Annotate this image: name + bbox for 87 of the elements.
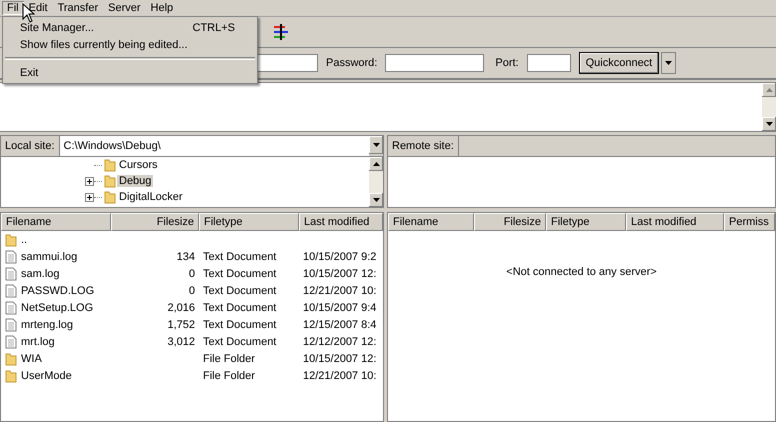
expand-icon[interactable] [85, 176, 94, 186]
table-cell-text: 12/21/2007 10: [302, 370, 378, 382]
table-cell-text: 2,016 [166, 302, 196, 314]
caret-up-icon [766, 88, 772, 92]
table-cell-text: 1,752 [166, 318, 196, 330]
column-header[interactable]: Filename [388, 213, 474, 231]
menu-option[interactable]: Exit [3, 64, 257, 81]
column-header[interactable]: Filetype [546, 213, 626, 231]
table-cell-text: File Folder [202, 352, 256, 364]
table-cell-text: Text Document [202, 336, 278, 348]
file-name-cell[interactable]: sam.log [1, 266, 111, 280]
column-header[interactable]: Filename [1, 213, 111, 231]
document-icon [5, 334, 17, 348]
table-cell-text: 10/15/2007 9:4 [302, 302, 378, 314]
port-label: Port: [495, 57, 519, 69]
password-field[interactable] [385, 54, 484, 72]
document-icon [5, 318, 17, 332]
document-icon [5, 284, 17, 298]
quickconnect-button[interactable]: Quickconnect [578, 52, 660, 74]
file-name-cell[interactable]: .. [1, 232, 111, 246]
document-icon [5, 250, 17, 264]
table-cell-text: 12/21/2007 10: [302, 284, 378, 296]
menu-item[interactable]: Server [103, 1, 146, 15]
table-cell-text: 134 [176, 250, 196, 262]
folder-icon [104, 190, 116, 204]
password-label: Password: [326, 57, 378, 69]
table-cell-text: Text Document [202, 250, 278, 262]
menu-item[interactable]: Fil [2, 1, 24, 15]
file-name: sammui.log [21, 250, 78, 262]
column-header[interactable]: Last modified [626, 213, 724, 231]
menu-item[interactable]: Transfer [52, 1, 104, 15]
expand-icon[interactable] [85, 192, 94, 202]
caret-down-icon [766, 122, 772, 126]
file-name: PASSWD.LOG [21, 284, 94, 296]
table-cell-text: 10/15/2007 12: [302, 352, 378, 364]
table-cell-text: 12/15/2007 8:4 [302, 318, 378, 330]
port-field[interactable] [526, 54, 571, 72]
tree-item[interactable]: DigitalLocker [117, 191, 185, 203]
folder-icon [5, 232, 17, 246]
column-header[interactable]: Filetype [199, 213, 299, 231]
file-name-cell[interactable]: NetSetup.LOG [1, 300, 111, 314]
file-name: .. [21, 234, 28, 246]
caret-down-icon [372, 198, 380, 202]
folder-icon [104, 158, 116, 172]
document-icon [5, 266, 17, 280]
column-header[interactable]: Filesize [474, 213, 546, 231]
table-cell-text: 3,012 [166, 336, 196, 348]
column-header[interactable]: Permiss [724, 213, 775, 231]
column-header[interactable]: Filesize [111, 213, 199, 231]
file-name-cell[interactable]: PASSWD.LOG [1, 284, 111, 298]
file-name-cell[interactable]: UserMode [1, 368, 111, 382]
file-name-cell[interactable]: sammui.log [1, 250, 111, 264]
menu-item[interactable]: Help [146, 1, 178, 15]
table-cell-text: 12/12/2007 12: [302, 336, 378, 348]
table-cell-text: 10/15/2007 9:2 [302, 250, 378, 262]
empty-message: <Not connected to any server> [505, 266, 658, 278]
folder-icon [5, 352, 17, 366]
file-name: UserMode [21, 370, 72, 382]
document-icon [5, 300, 17, 314]
table-cell-text: Text Document [202, 302, 278, 314]
menu-option[interactable]: Site Manager... CTRL+S [3, 19, 257, 36]
table-cell-text: Text Document [202, 268, 278, 280]
file-name-cell[interactable]: mrteng.log [1, 318, 111, 332]
file-name: sam.log [21, 268, 60, 280]
caret-up-icon [372, 162, 380, 166]
scrollbar[interactable] [369, 157, 383, 207]
table-cell-text: File Folder [202, 370, 256, 382]
table-cell-text: 0 [188, 268, 196, 280]
dropdown-button[interactable] [661, 52, 676, 74]
table-cell-text: 10/15/2007 12: [302, 268, 378, 280]
file-name: NetSetup.LOG [21, 302, 94, 314]
table-cell-text: Text Document [202, 318, 278, 330]
tree-item[interactable]: Cursors [117, 159, 160, 171]
file-name: mrteng.log [21, 318, 73, 330]
scrollbar[interactable] [762, 83, 776, 131]
tree-item[interactable]: Debug [117, 175, 154, 187]
sync-arrows-icon[interactable] [272, 24, 290, 40]
folder-icon [5, 368, 17, 382]
file-name-cell[interactable]: WIA [1, 352, 111, 366]
file-name: mrt.log [21, 336, 55, 348]
table-cell-text: Text Document [202, 284, 278, 296]
column-header[interactable]: Last modified [299, 213, 383, 231]
file-name-cell[interactable]: mrt.log [1, 334, 111, 348]
file-name: WIA [21, 352, 42, 364]
menu-option[interactable]: Show files currently being edited... [3, 36, 257, 53]
table-cell-text: 0 [188, 284, 196, 296]
caret-down-icon [665, 61, 672, 65]
